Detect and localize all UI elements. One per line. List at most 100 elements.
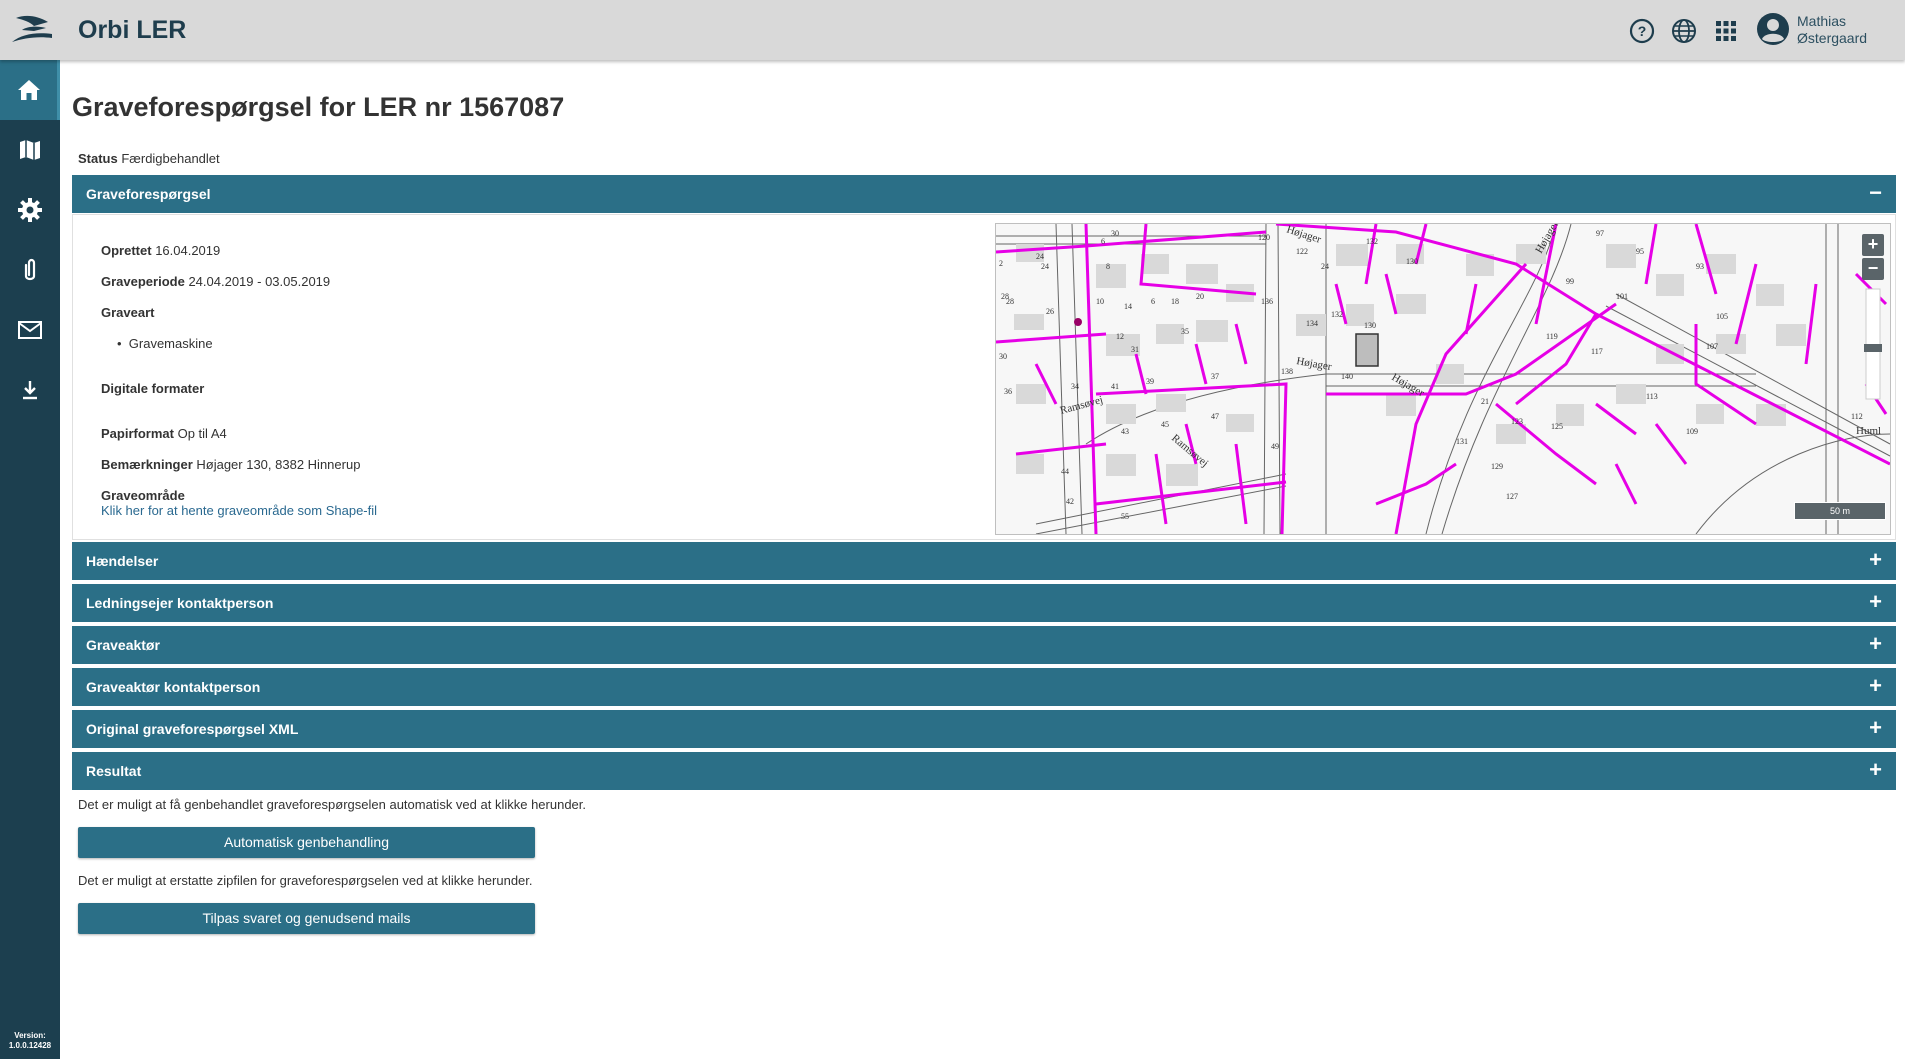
- globe-icon[interactable]: [1671, 18, 1697, 44]
- sidebar-item-settings[interactable]: [0, 180, 60, 240]
- utility-map[interactable]: Højager Højager Højager Ramsøvej Ramsøve…: [996, 224, 1890, 534]
- digital-formats-field: Digitale formater: [101, 381, 204, 396]
- house-number: 122: [1296, 247, 1308, 256]
- version-label: Version:: [14, 1031, 46, 1040]
- gear-icon: [18, 198, 42, 222]
- zoom-out-button[interactable]: −: [1862, 258, 1884, 280]
- section-ledningsejer-kontaktperson-header[interactable]: Ledningsejer kontaktperson +: [72, 584, 1896, 622]
- expand-icon[interactable]: +: [1869, 674, 1882, 698]
- house-number: 18: [1171, 297, 1179, 306]
- house-number: 130: [1406, 257, 1418, 266]
- orbi-logo-icon[interactable]: [8, 12, 54, 48]
- area-label: Graveområde: [101, 488, 185, 503]
- paperclip-icon: [24, 258, 36, 281]
- house-number: 24: [1036, 252, 1044, 261]
- shapefile-download-link[interactable]: Klik her for at hente graveområde som Sh…: [101, 503, 377, 518]
- section-title: Hændelser: [86, 553, 159, 569]
- apps-grid-icon[interactable]: [1713, 18, 1739, 44]
- type-list-item: • Gravemaskine: [117, 336, 213, 351]
- zoom-in-button[interactable]: +: [1862, 234, 1884, 256]
- area-field: Graveområde Klik her for at hente graveo…: [101, 488, 377, 518]
- house-number: 26: [1046, 307, 1054, 316]
- house-number: 34: [1071, 382, 1079, 391]
- house-number: 131: [1456, 437, 1468, 446]
- type-label: Graveart: [101, 305, 155, 320]
- sidebar-item-download[interactable]: [0, 360, 60, 420]
- sidebar-item-attachments[interactable]: [0, 240, 60, 300]
- map-view[interactable]: Højager Højager Højager Ramsøvej Ramsøve…: [995, 223, 1891, 535]
- status-value: Færdigbehandlet: [121, 151, 220, 166]
- period-value: 24.04.2019 - 03.05.2019: [188, 274, 331, 289]
- status-line: Status Færdigbehandlet: [78, 151, 220, 166]
- remarks-label: Bemærkninger: [101, 457, 193, 472]
- section-resultat-header[interactable]: Resultat +: [72, 752, 1896, 790]
- section-original-xml-header[interactable]: Original graveforespørgsel XML +: [72, 710, 1896, 748]
- status-label: Status: [78, 151, 118, 166]
- house-number: 47: [1211, 412, 1219, 421]
- house-number: 44: [1061, 467, 1069, 476]
- house-number: 136: [1261, 297, 1273, 306]
- house-number: 49: [1271, 442, 1279, 451]
- user-first-name: Mathias: [1797, 13, 1847, 29]
- section-graveaktoer-kontaktperson-header[interactable]: Graveaktør kontaktperson +: [72, 668, 1896, 706]
- house-number: 95: [1636, 247, 1644, 256]
- house-number: 42: [1066, 497, 1074, 506]
- home-icon: [17, 80, 40, 100]
- house-number: 10: [1096, 297, 1104, 306]
- type-item-label: Gravemaskine: [128, 336, 213, 351]
- help-icon[interactable]: ?: [1629, 18, 1655, 44]
- house-number: 28: [1001, 292, 1009, 301]
- house-number: 130: [1364, 321, 1376, 330]
- paper-format-field: Papirformat Op til A4: [101, 426, 227, 441]
- svg-text:?: ?: [1638, 23, 1647, 39]
- automatic-reprocess-button[interactable]: Automatisk genbehandling: [78, 827, 535, 858]
- created-field: Oprettet 16.04.2019: [101, 243, 220, 258]
- house-number: 41: [1111, 382, 1119, 391]
- house-number: 2: [999, 259, 1003, 268]
- house-number: 45: [1161, 420, 1169, 429]
- expand-icon[interactable]: +: [1869, 548, 1882, 572]
- expand-icon[interactable]: +: [1869, 590, 1882, 614]
- house-number: 117: [1591, 347, 1603, 356]
- sidebar-item-home[interactable]: [0, 60, 60, 120]
- house-number: 37: [1211, 372, 1219, 381]
- created-value: 16.04.2019: [155, 243, 221, 258]
- adjust-and-resend-button[interactable]: Tilpas svaret og genudsend mails: [78, 903, 535, 934]
- main-content: Graveforespørgsel for LER nr 1567087 Sta…: [60, 60, 1905, 1059]
- section-title: Graveaktør kontaktperson: [86, 679, 261, 695]
- user-name[interactable]: Mathias Østergaard: [1797, 13, 1867, 47]
- reprocess-info-text: Det er muligt at få genbehandlet gravefo…: [78, 797, 587, 812]
- map-icon: [20, 140, 40, 160]
- house-number: 35: [1181, 327, 1189, 336]
- expand-icon[interactable]: +: [1869, 716, 1882, 740]
- house-number: 21: [1481, 397, 1489, 406]
- section-graveaktoer-header[interactable]: Graveaktør +: [72, 626, 1896, 664]
- house-number: 107: [1706, 342, 1718, 351]
- sidebar-item-mail[interactable]: [0, 300, 60, 360]
- sidebar-item-map[interactable]: [0, 120, 60, 180]
- expand-icon[interactable]: +: [1869, 632, 1882, 656]
- house-number: 36: [1004, 387, 1012, 396]
- house-number: 120: [1258, 233, 1270, 242]
- download-icon: [23, 381, 37, 400]
- house-number: 43: [1121, 427, 1129, 436]
- version-info: Version: 1.0.0.12428: [0, 1031, 60, 1051]
- period-field: Graveperiode 24.04.2019 - 03.05.2019: [101, 274, 330, 289]
- account-icon[interactable]: [1756, 12, 1790, 46]
- remarks-field: Bemærkninger Højager 130, 8382 Hinnerup: [101, 457, 360, 472]
- expand-icon[interactable]: +: [1869, 758, 1882, 782]
- section-graveforespoergsel-body: Oprettet 16.04.2019 Graveperiode 24.04.2…: [72, 214, 1896, 540]
- house-number: 119: [1546, 332, 1558, 341]
- section-graveforespoergsel-header[interactable]: Graveforespørgsel −: [72, 175, 1896, 213]
- section-title: Ledningsejer kontaktperson: [86, 595, 274, 611]
- remarks-value: Højager 130, 8382 Hinnerup: [196, 457, 361, 472]
- house-number: 134: [1306, 319, 1318, 328]
- section-title: Resultat: [86, 763, 142, 779]
- collapse-icon[interactable]: −: [1869, 181, 1882, 205]
- house-number: 8: [1106, 262, 1110, 271]
- house-number: 132: [1366, 237, 1378, 246]
- house-number: 138: [1281, 367, 1293, 376]
- house-number: 55: [1121, 512, 1129, 521]
- section-haendelser-header[interactable]: Hændelser +: [72, 542, 1896, 580]
- period-label: Graveperiode: [101, 274, 185, 289]
